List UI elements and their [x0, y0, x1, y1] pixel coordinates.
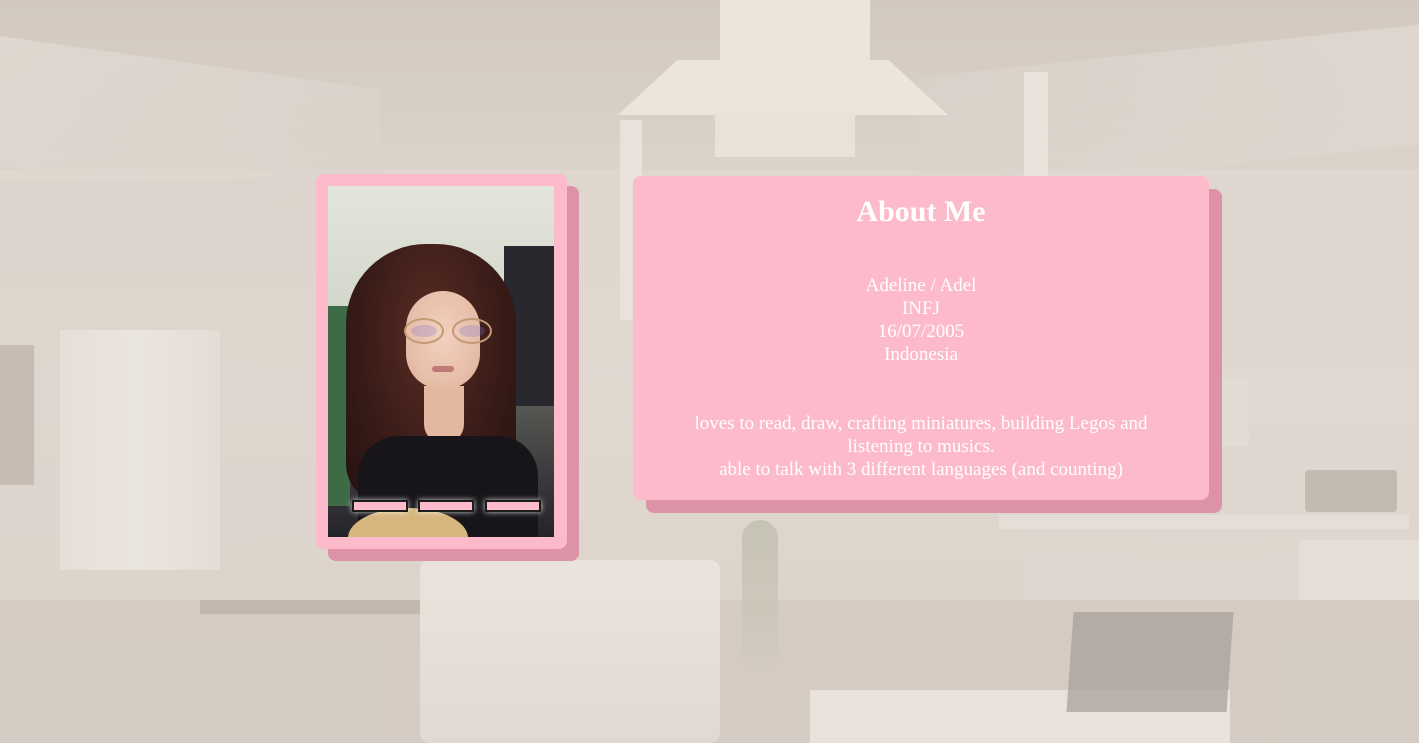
- about-birthdate: 16/07/2005: [877, 321, 965, 342]
- about-card: About Me Adeline / Adel INFJ 16/07/2005 …: [633, 176, 1209, 500]
- photo-indicator-3[interactable]: [485, 500, 541, 512]
- about-bio-line-2: able to talk with 3 different languages …: [719, 459, 1123, 480]
- about-name: Adeline / Adel: [865, 275, 977, 296]
- about-bio-line-1: loves to read, draw, crafting miniatures…: [694, 413, 1148, 457]
- about-country: Indonesia: [884, 344, 958, 365]
- about-bio: loves to read, draw, crafting miniatures…: [671, 412, 1171, 481]
- about-facts: Adeline / Adel INFJ 16/07/2005 Indonesia: [633, 274, 1209, 366]
- profile-photo: [328, 186, 554, 537]
- about-personality: INFJ: [901, 298, 940, 319]
- about-title: About Me: [856, 195, 986, 228]
- photo-card: [316, 174, 567, 549]
- photo-indicator-1[interactable]: [352, 500, 408, 512]
- photo-indicator-2[interactable]: [418, 500, 474, 512]
